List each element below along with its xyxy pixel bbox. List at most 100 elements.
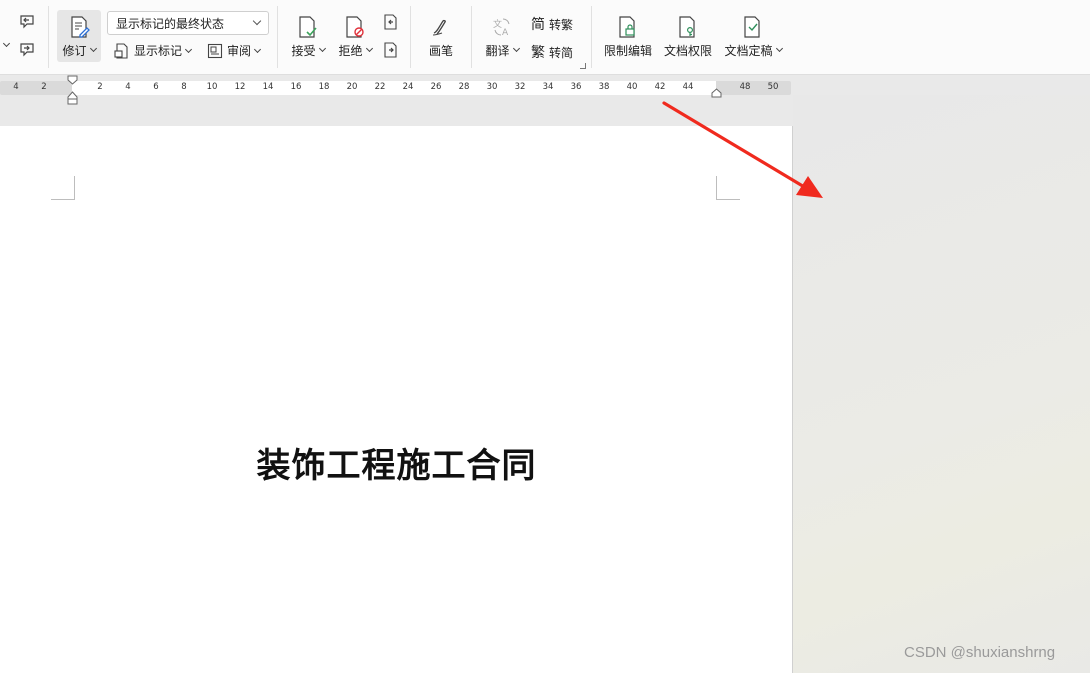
translate-button[interactable]: 文A 翻译: [482, 12, 522, 58]
ruler-tick-label: 6: [153, 82, 159, 92]
ruler-tick-label: 26: [430, 82, 442, 92]
document-permission-button[interactable]: 文档权限: [662, 12, 714, 58]
document-lock-icon: [619, 16, 635, 38]
chevron-down-icon: [318, 44, 326, 53]
show-markup-icon: [114, 42, 128, 59]
workspace-background: [793, 95, 1090, 673]
markup-display-value: 显示标记的最终状态: [116, 16, 225, 31]
accept-change-icon: [299, 16, 317, 38]
ruler-tick-label: 40: [626, 82, 638, 92]
chevron-down-icon: [184, 45, 193, 53]
ruler-tick-label: 50: [767, 82, 779, 92]
svg-text:文: 文: [493, 18, 502, 30]
ruler-tick-label: 10: [206, 82, 218, 92]
group-dialog-launcher-icon[interactable]: [580, 63, 586, 69]
ruler-tick-label: 12: [234, 82, 246, 92]
ruler-tick-label: 18: [318, 82, 330, 92]
review-ribbon: 修订 显示标记的最终状态 显示标记 审阅 接受 拒绝 画笔 文 A 翻译 简 转…: [0, 0, 1090, 75]
previous-comment-icon: [20, 15, 34, 29]
chevron-down-icon: [253, 45, 262, 53]
document-permission-label: 文档权限: [663, 43, 712, 58]
ruler-tick-label: 2: [97, 82, 103, 92]
document-finalize-icon: [744, 16, 760, 38]
comment-dropdown-chevron[interactable]: [0, 39, 11, 48]
chevron-down-icon: [512, 44, 520, 53]
to-simplified-button[interactable]: 繁 转简: [531, 42, 573, 62]
next-change-button[interactable]: [382, 41, 400, 59]
group-divider: [48, 6, 49, 68]
ruler-tick-label: 38: [598, 82, 610, 92]
previous-comment-button[interactable]: [18, 13, 36, 31]
chevron-down-icon: [775, 44, 783, 53]
chevron-down-icon: [2, 39, 11, 48]
ink-label: 画笔: [428, 43, 453, 58]
restrict-editing-button[interactable]: 限制编辑: [602, 12, 654, 58]
revise-label: 修订: [62, 43, 87, 58]
restrict-editing-label: 限制编辑: [603, 43, 652, 58]
ruler-tick-label: 42: [654, 82, 666, 92]
ruler-tick-label: 2: [41, 82, 47, 92]
ruler-text-area: [72, 81, 716, 95]
show-markup-button[interactable]: 显示标记: [114, 42, 193, 59]
group-divider: [471, 6, 472, 68]
show-markup-label: 显示标记: [134, 44, 183, 58]
ruler-tick-label: 48: [739, 82, 751, 92]
simplified-char-icon: 简: [531, 17, 545, 33]
ruler-tick-label: 4: [125, 82, 131, 92]
ink-button[interactable]: 画笔: [421, 12, 461, 58]
group-divider: [591, 6, 592, 68]
to-traditional-label: 转繁: [549, 17, 574, 32]
ruler-tick-label: 32: [514, 82, 526, 92]
document-title[interactable]: 装饰工程施工合同: [0, 438, 793, 487]
document-finalize-label: 文档定稿: [724, 43, 773, 58]
ruler-tick-label: 36: [570, 82, 582, 92]
next-comment-button[interactable]: [18, 41, 36, 59]
markup-display-select[interactable]: 显示标记的最终状态: [107, 11, 269, 35]
group-divider: [410, 6, 411, 68]
ruler-tick-label: 30: [486, 82, 498, 92]
ruler-tick-label: 14: [262, 82, 274, 92]
chevron-down-icon: [89, 44, 97, 53]
ruler-tick-label: 28: [458, 82, 470, 92]
reject-label: 拒绝: [338, 43, 363, 58]
ruler-tick-label: 4: [13, 82, 19, 92]
ruler-tick-label: 44: [682, 82, 694, 92]
document-permission-icon: [679, 16, 695, 38]
review-pane-label: 审阅: [227, 44, 252, 58]
ruler-tick-label: 20: [346, 82, 358, 92]
next-change-icon: [384, 42, 397, 58]
previous-change-icon: [384, 14, 397, 30]
accept-label: 接受: [291, 43, 316, 58]
translate-icon: 文A: [493, 18, 510, 38]
margin-corner-mark: [716, 176, 740, 200]
chevron-down-icon: [252, 16, 262, 26]
left-indent-marker[interactable]: [67, 91, 78, 105]
to-traditional-button[interactable]: 简 转繁: [531, 14, 573, 34]
group-divider: [277, 6, 278, 68]
horizontal-ruler[interactable]: 4 2 2 4 6 8 10 12 14 16 18 20 22 24 26 28 30 32 34 36 38 40 42…: [0, 81, 791, 95]
reject-button[interactable]: 拒绝: [335, 12, 375, 58]
first-line-indent-marker[interactable]: [67, 75, 78, 85]
document-finalize-button[interactable]: 文档定稿: [723, 12, 783, 58]
ruler-tick-label: 24: [402, 82, 414, 92]
pen-icon: [432, 19, 446, 36]
previous-change-button[interactable]: [382, 13, 400, 31]
svg-text:A: A: [502, 28, 509, 38]
to-simplified-label: 转简: [549, 45, 574, 60]
document-page[interactable]: 装饰工程施工合同: [0, 126, 793, 673]
right-indent-marker[interactable]: [711, 88, 722, 98]
ruler-tick-label: 16: [290, 82, 302, 92]
traditional-char-icon: 繁: [531, 45, 545, 61]
accept-button[interactable]: 接受: [288, 12, 328, 58]
revise-button[interactable]: 修订: [57, 12, 101, 58]
translate-label: 翻译: [485, 43, 510, 58]
next-comment-icon: [20, 43, 34, 57]
review-pane-button[interactable]: 审阅: [207, 42, 262, 59]
chevron-down-icon: [365, 44, 373, 53]
margin-corner-mark: [51, 176, 75, 200]
ruler-tick-label: 22: [374, 82, 386, 92]
review-pane-icon: [207, 43, 223, 58]
track-changes-icon: [71, 16, 90, 38]
watermark: CSDN @shuxianshrng: [904, 644, 1056, 661]
ruler-tick-label: 34: [542, 82, 554, 92]
